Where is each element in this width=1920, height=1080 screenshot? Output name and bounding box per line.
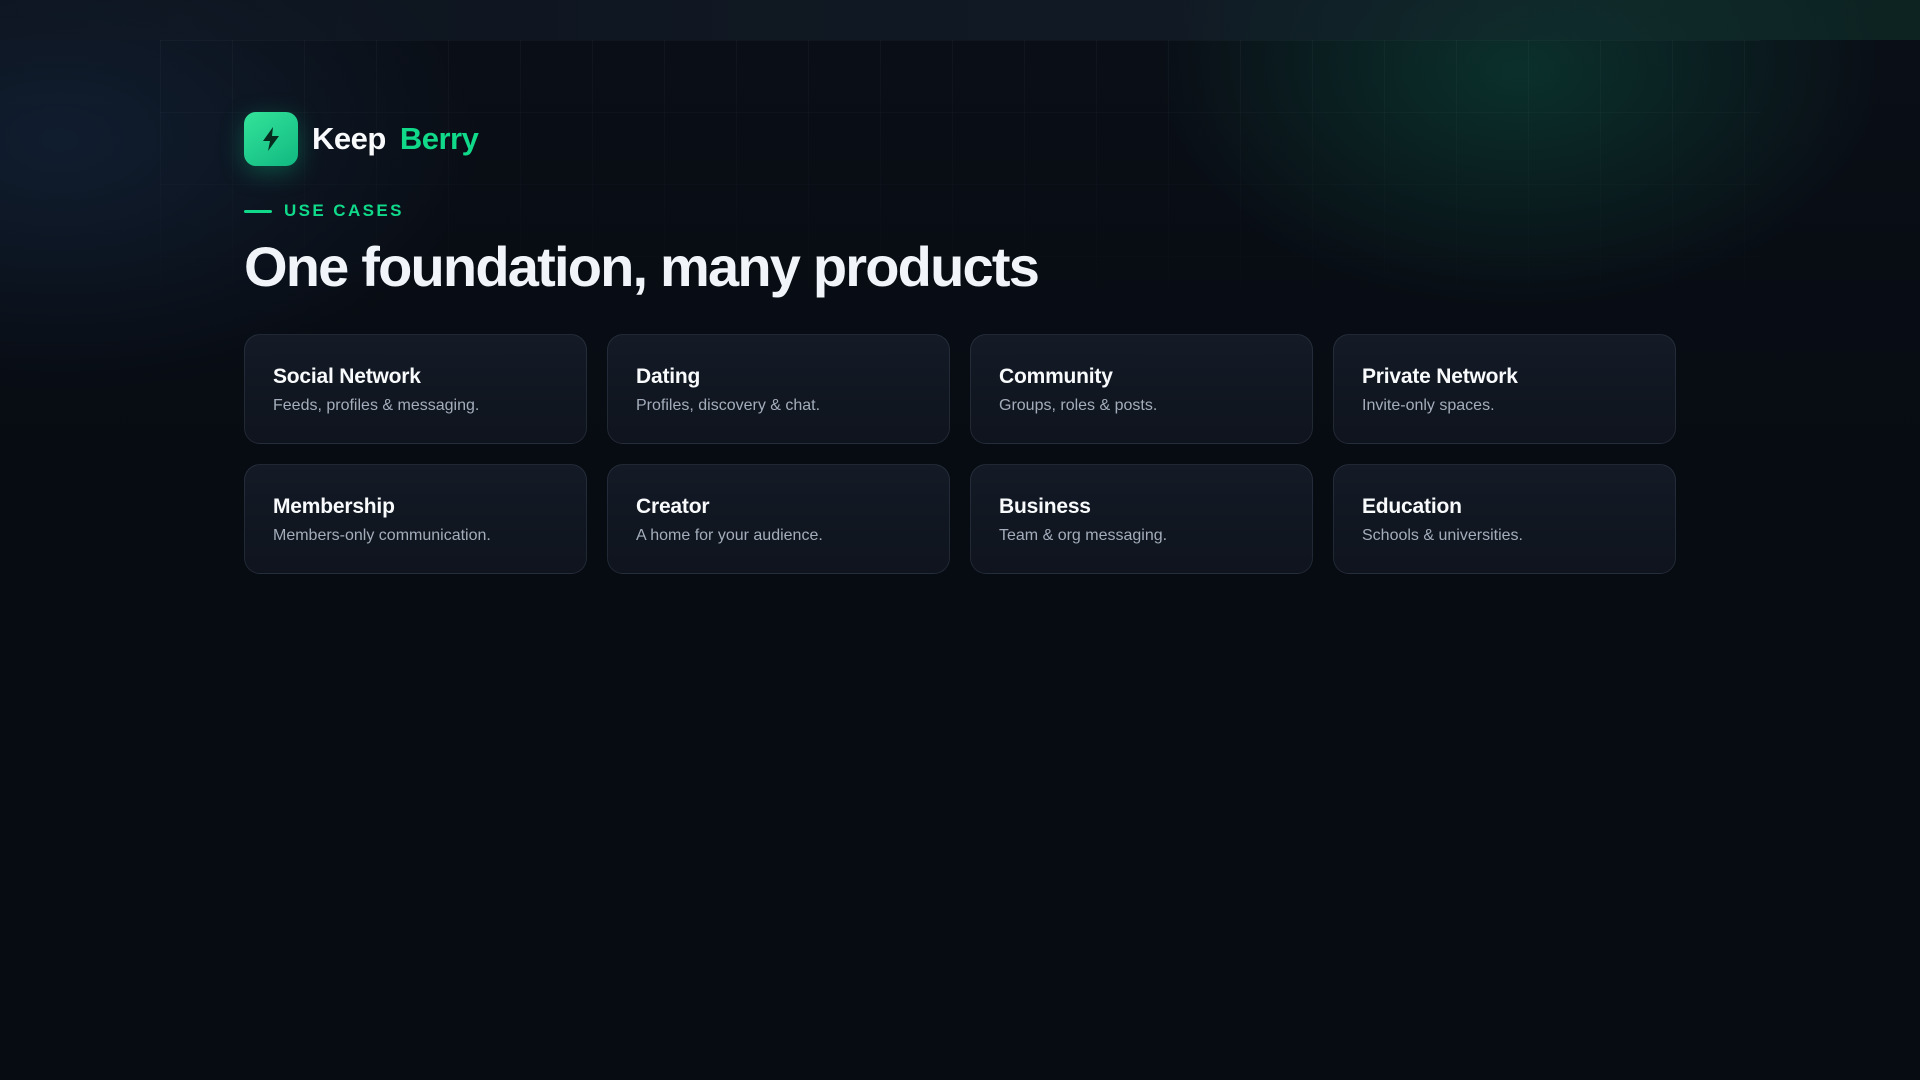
page-title: One foundation, many products [244,235,1040,298]
use-case-card-business[interactable]: Business Team & org messaging. [970,464,1313,574]
eyebrow-label: USE CASES [284,201,404,220]
card-title: Education [1362,495,1462,518]
lightning-bolt-icon [244,112,298,166]
card-description: Team & org messaging. [999,527,1168,544]
card-description: Feeds, profiles & messaging. [273,397,480,414]
card-description: Profiles, discovery & chat. [636,397,821,414]
section-eyebrow: USE CASES [244,200,1676,222]
card-title: Creator [636,495,710,518]
card-description: Invite-only spaces. [1362,397,1495,414]
brand-logo[interactable]: Keep Berry [244,112,1676,166]
use-case-card-community[interactable]: Community Groups, roles & posts. [970,334,1313,444]
use-case-card-dating[interactable]: Dating Profiles, discovery & chat. [607,334,950,444]
use-case-card-education[interactable]: Education Schools & universities. [1333,464,1676,574]
card-title: Business [999,495,1091,518]
eyebrow-line [244,209,272,213]
card-description: A home for your audience. [636,527,823,544]
top-bar [0,0,1920,40]
use-cases-page: Keep Berry USE CASES One foundation, man… [0,0,1920,1080]
brand-name-primary: Keep [312,121,386,156]
use-case-card-membership[interactable]: Membership Members-only communication. [244,464,587,574]
content: Keep Berry USE CASES One foundation, man… [244,112,1676,574]
card-title: Dating [636,365,701,388]
use-case-grid: Social Network Feeds, profiles & messagi… [244,334,1676,574]
use-case-card-social-network[interactable]: Social Network Feeds, profiles & messagi… [244,334,587,444]
use-case-card-creator[interactable]: Creator A home for your audience. [607,464,950,574]
use-case-card-private-network[interactable]: Private Network Invite-only spaces. [1333,334,1676,444]
card-title: Social Network [273,365,421,388]
card-title: Private Network [1362,365,1518,388]
card-description: Schools & universities. [1362,527,1523,544]
card-title: Membership [273,495,395,518]
card-description: Members-only communication. [273,527,491,544]
brand-name: Keep Berry [312,121,479,157]
card-title: Community [999,365,1113,388]
brand-name-accent: Berry [399,121,479,156]
card-description: Groups, roles & posts. [999,397,1158,414]
